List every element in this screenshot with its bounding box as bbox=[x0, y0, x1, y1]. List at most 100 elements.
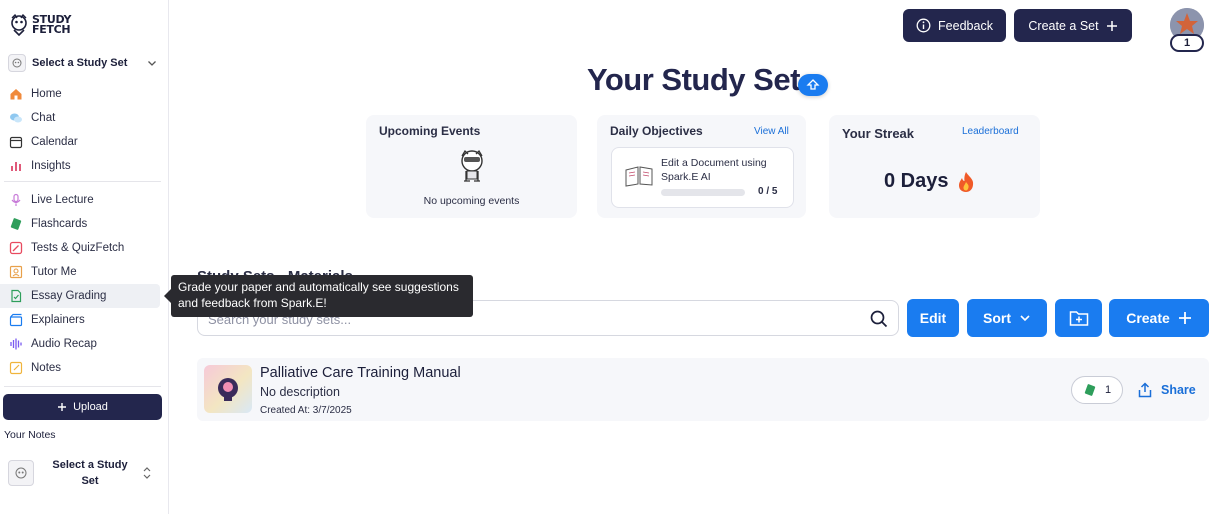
upload-button-label: Upload bbox=[73, 401, 108, 413]
explainers-icon bbox=[9, 313, 23, 327]
sidebar-item-label: Explainers bbox=[31, 314, 85, 326]
sidebar-item-label: Tests & QuizFetch bbox=[31, 242, 125, 254]
sidebar-item-label: Calendar bbox=[31, 136, 78, 148]
logo-text-line2: FETCH bbox=[32, 23, 71, 36]
sidebar-item-home[interactable]: Home bbox=[0, 82, 169, 106]
flashcard-count-badge[interactable]: 1 bbox=[1071, 376, 1123, 404]
insights-icon bbox=[9, 159, 23, 173]
study-set-name: Palliative Care Training Manual bbox=[260, 365, 461, 381]
sidebar-item-notes[interactable]: Notes bbox=[0, 356, 169, 380]
sort-button-label: Sort bbox=[983, 310, 1011, 326]
chevron-updown-icon bbox=[143, 467, 151, 479]
create-set-button-label: Create a Set bbox=[1028, 18, 1099, 33]
chat-icon bbox=[9, 111, 23, 125]
sidebar-item-label: Flashcards bbox=[31, 218, 88, 230]
daily-objectives-title: Daily Objectives bbox=[610, 124, 703, 138]
objective-text: Edit a Document using Spark.E AI bbox=[661, 157, 767, 183]
create-button[interactable]: Create bbox=[1109, 299, 1209, 337]
share-button-label: Share bbox=[1161, 383, 1196, 397]
new-folder-button[interactable] bbox=[1055, 299, 1102, 337]
arrow-up-icon bbox=[806, 79, 820, 90]
share-button[interactable]: Share bbox=[1137, 382, 1196, 398]
study-set-avatar-icon bbox=[8, 54, 26, 72]
brain-head-icon bbox=[218, 378, 238, 401]
sidebar: STUDY FETCH Select a Study Set Home Chat… bbox=[0, 0, 169, 514]
studyfetch-logo[interactable]: STUDY FETCH bbox=[9, 14, 71, 36]
sidebar-item-live-lecture[interactable]: Live Lecture bbox=[0, 188, 169, 212]
sort-button[interactable]: Sort bbox=[967, 299, 1047, 337]
mascot-logo-icon bbox=[11, 14, 27, 36]
share-icon bbox=[1138, 382, 1152, 398]
avatar-badge: 1 bbox=[1170, 34, 1204, 52]
sidebar-item-flashcards[interactable]: Flashcards bbox=[0, 212, 169, 236]
sidebar-item-label: Chat bbox=[31, 112, 56, 124]
calendar-icon bbox=[9, 135, 23, 149]
daily-objectives-card: Daily Objectives View All Edit a Documen… bbox=[597, 115, 806, 218]
sidebar-item-label: Audio Recap bbox=[31, 338, 97, 350]
open-book-icon bbox=[625, 166, 653, 187]
leaderboard-link[interactable]: Leaderboard bbox=[962, 126, 1019, 137]
study-set-row[interactable]: Palliative Care Training Manual No descr… bbox=[197, 358, 1209, 421]
sidebar-item-essay-grading[interactable]: Essay Grading bbox=[0, 284, 160, 308]
sidebar-divider bbox=[4, 181, 161, 182]
study-set-select-label: Select a Study Set bbox=[32, 57, 128, 69]
sidebar-item-label: Home bbox=[31, 88, 62, 100]
sidebar-item-calendar[interactable]: Calendar bbox=[0, 130, 169, 154]
sidebar-item-chat[interactable]: Chat bbox=[0, 106, 169, 130]
sidebar-item-label: Notes bbox=[31, 362, 62, 374]
fire-icon bbox=[958, 171, 973, 192]
study-set-select[interactable]: Select a Study Set bbox=[8, 53, 158, 73]
primary-nav: Home Chat Calendar Insights bbox=[0, 82, 169, 178]
microphone-icon bbox=[9, 193, 23, 207]
quiz-icon bbox=[9, 241, 23, 255]
sidebar-item-tutor-me[interactable]: Tutor Me bbox=[0, 260, 169, 284]
audio-icon bbox=[9, 337, 23, 351]
upcoming-events-card: Upcoming Events No upcoming events bbox=[366, 115, 577, 218]
essay-icon bbox=[9, 289, 23, 303]
view-all-link[interactable]: View All bbox=[754, 126, 789, 137]
sidebar-item-tests-quizfetch[interactable]: Tests & QuizFetch bbox=[0, 236, 169, 260]
study-set-description: No description bbox=[260, 385, 340, 399]
chevron-down-icon bbox=[1020, 315, 1030, 322]
chevron-down-icon bbox=[148, 61, 156, 66]
streak-card: Your Streak Leaderboard 0 Days bbox=[829, 115, 1040, 218]
your-notes-heading: Your Notes bbox=[4, 429, 56, 441]
sidebar-item-label: Insights bbox=[31, 160, 71, 172]
feedback-button[interactable]: Feedback bbox=[903, 9, 1006, 42]
home-icon bbox=[9, 87, 23, 101]
notes-icon bbox=[9, 361, 23, 375]
flashcards-icon bbox=[1084, 384, 1096, 396]
study-set-thumbnail bbox=[204, 365, 252, 413]
edit-button-label: Edit bbox=[919, 310, 947, 326]
page-title: Your Study Set bbox=[587, 62, 800, 97]
info-icon bbox=[916, 18, 931, 33]
edit-button[interactable]: Edit bbox=[907, 299, 959, 337]
upcoming-events-title: Upcoming Events bbox=[379, 124, 481, 138]
no-events-text: No upcoming events bbox=[423, 195, 520, 207]
flashcard-count: 1 bbox=[1104, 384, 1112, 396]
upload-button[interactable]: Upload bbox=[3, 394, 162, 420]
notes-study-set-select[interactable]: Select a Study Set bbox=[8, 455, 158, 491]
streak-title: Your Streak bbox=[842, 126, 915, 141]
objective-item[interactable]: Edit a Document using Spark.E AI 0 / 5 bbox=[611, 147, 794, 208]
folder-plus-icon bbox=[1069, 311, 1088, 326]
objective-progress-bar bbox=[661, 189, 745, 196]
study-set-created-date: Created At: 3/7/2025 bbox=[260, 405, 352, 416]
create-set-button[interactable]: Create a Set bbox=[1014, 9, 1132, 42]
flashcards-icon bbox=[9, 217, 23, 231]
streak-value: 0 Days bbox=[884, 170, 975, 193]
feedback-button-label: Feedback bbox=[938, 18, 993, 33]
tutor-icon bbox=[9, 265, 23, 279]
sidebar-item-insights[interactable]: Insights bbox=[0, 154, 169, 178]
search-icon[interactable] bbox=[870, 310, 888, 328]
sidebar-divider bbox=[4, 386, 161, 387]
notes-study-set-label: Select a Study Set bbox=[52, 459, 128, 487]
sidebar-item-audio-recap[interactable]: Audio Recap bbox=[0, 332, 169, 356]
mascot-icon bbox=[461, 149, 483, 182]
sidebar-item-explainers[interactable]: Explainers bbox=[0, 308, 169, 332]
sidebar-item-label: Essay Grading bbox=[31, 290, 107, 302]
essay-grading-tooltip: Grade your paper and automatically see s… bbox=[164, 275, 473, 317]
objective-progress-count: 0 / 5 bbox=[758, 186, 778, 197]
scroll-up-button[interactable] bbox=[798, 74, 828, 96]
tools-nav: Live Lecture Flashcards Tests & QuizFetc… bbox=[0, 188, 169, 380]
